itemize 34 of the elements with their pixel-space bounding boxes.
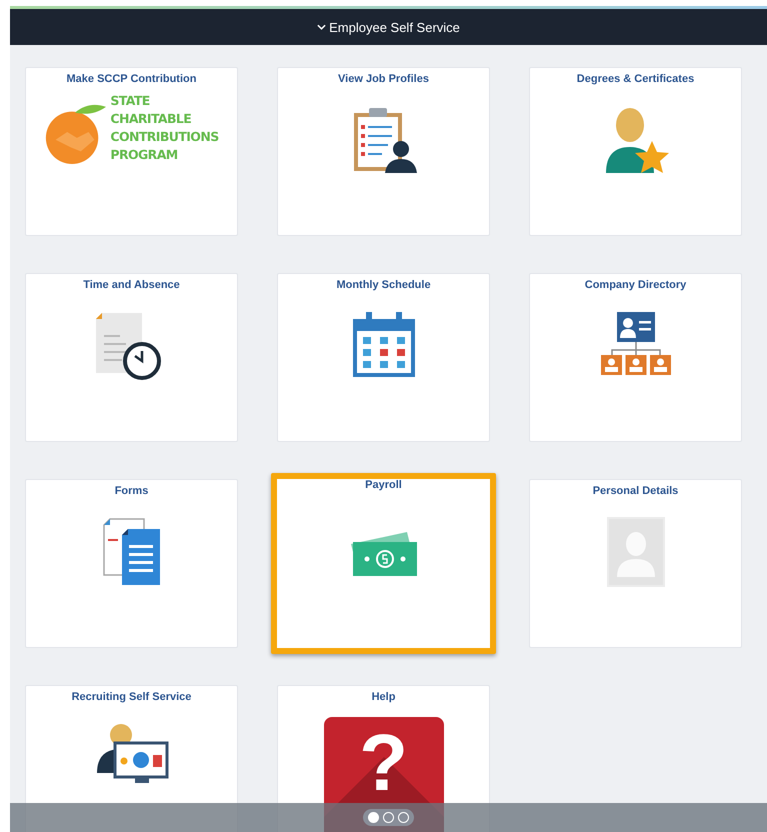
app-tile[interactable]: Personal Details [529,479,742,648]
tile-title: Payroll [365,479,402,491]
calendar-icon [352,311,416,379]
app-tile[interactable]: Make SCCP Contribution STATE CHARITABLE CONTRIBUTIONS PROGRAM [25,67,238,236]
tile-title: Help [372,691,396,703]
person-silhouette-icon [606,517,664,587]
logo-text: CHARITABLE [110,110,192,128]
app-tile[interactable]: Time and Absence [25,273,238,442]
app-tile[interactable]: Degrees & Certificates [529,67,742,236]
tile-title: Time and Absence [83,279,180,291]
app-tile[interactable]: Forms [25,479,238,648]
org-chart-icon [600,311,672,377]
tile-title: Forms [114,485,148,497]
app-tile[interactable]: Payroll [271,473,496,654]
logo-text: CONTRIBUTIONS [110,128,219,146]
page-dot[interactable] [398,812,409,823]
logo-text: PROGRAM [110,146,179,164]
tile-title: Recruiting Self Service [72,691,192,703]
question-mark: ? [359,725,408,801]
app-tile[interactable]: Company Directory [529,273,742,442]
tile-title: Degrees & Certificates [576,73,694,85]
tile-title: Make SCCP Contribution [66,73,196,85]
documents-icon [102,517,162,587]
page-dot[interactable] [383,812,394,823]
section-toggle[interactable]: Employee Self Service [313,18,464,36]
tile-title: Monthly Schedule [336,279,431,291]
tile-title: View Job Profiles [338,73,429,85]
money-icon [348,530,418,578]
tile-title: Personal Details [592,485,678,497]
tile-title: Company Directory [584,279,686,291]
page-dot[interactable] [368,812,379,823]
app-tile[interactable]: View Job Profiles [277,67,490,236]
logo-text: STATE [110,92,151,110]
app-tile[interactable]: Monthly Schedule [277,273,490,442]
